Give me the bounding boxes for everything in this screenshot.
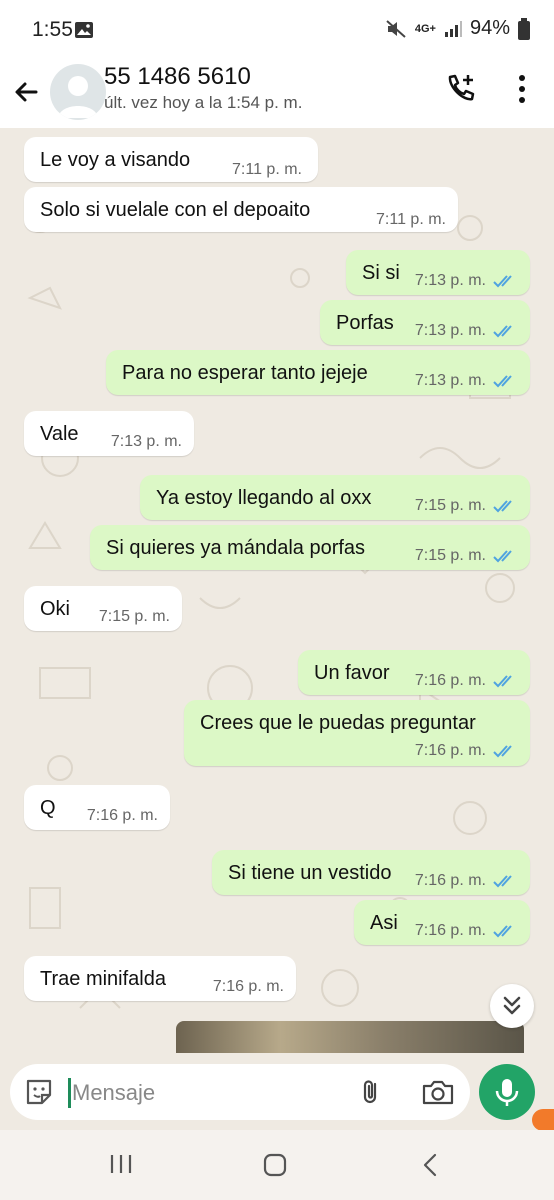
message-text: Para no esperar tanto jejeje xyxy=(122,362,368,384)
message-incoming[interactable]: Solo si vuelale con el depoaito 7:11 p. … xyxy=(24,187,458,232)
sticker-emoji-icon[interactable] xyxy=(24,1077,54,1107)
message-incoming[interactable]: Q 7:16 p. m. xyxy=(24,785,170,830)
message-outgoing[interactable]: Un favor 7:16 p. m. xyxy=(298,650,530,695)
read-ticks-icon xyxy=(493,925,512,938)
message-time: 7:15 p. m. xyxy=(414,547,486,564)
message-time: 7:13 p. m. xyxy=(414,322,486,339)
message-incoming[interactable]: Trae minifalda 7:16 p. m. xyxy=(24,956,296,1001)
text-cursor xyxy=(68,1078,71,1108)
read-ticks-icon xyxy=(493,675,512,688)
default-avatar-icon xyxy=(58,76,98,118)
system-navigation-bar xyxy=(0,1130,554,1200)
mute-icon xyxy=(386,19,406,38)
message-time: 7:16 p. m. xyxy=(414,872,486,889)
message-incoming[interactable]: Oki 7:15 p. m. xyxy=(24,586,182,631)
recent-apps-icon[interactable] xyxy=(108,1152,134,1176)
read-ticks-icon xyxy=(493,745,512,758)
back-nav-icon[interactable] xyxy=(420,1152,440,1178)
chat-area[interactable]: Le voy a visando 7:11 p. m. Solo si vuel… xyxy=(0,128,554,1053)
double-chevron-down-icon xyxy=(503,996,521,1015)
battery-icon xyxy=(518,17,530,40)
message-input[interactable]: Mensaje xyxy=(10,1064,470,1120)
back-arrow-icon[interactable] xyxy=(10,76,42,108)
add-call-icon[interactable] xyxy=(444,72,478,106)
message-text: Oki xyxy=(40,598,70,620)
message-time: 7:13 p. m. xyxy=(414,372,486,389)
signal-icon xyxy=(444,20,462,37)
message-text: Le voy a visando xyxy=(40,149,191,171)
status-time: 1:55 xyxy=(32,18,73,41)
read-ticks-icon xyxy=(493,550,512,563)
read-ticks-icon xyxy=(493,875,512,888)
message-time: 7:13 p. m. xyxy=(110,433,182,450)
message-text: Trae minifalda xyxy=(40,968,166,990)
floating-notification-icon[interactable] xyxy=(532,1109,554,1131)
message-time: 7:16 p. m. xyxy=(414,672,486,689)
message-text: Vale xyxy=(40,423,79,445)
message-outgoing[interactable]: Crees que le puedas preguntar 7:16 p. m. xyxy=(184,700,530,766)
contact-last-seen: últ. vez hoy a la 1:54 p. m. xyxy=(104,93,303,112)
status-icons: 4G+ 94% xyxy=(385,17,530,40)
voice-message-button[interactable] xyxy=(479,1064,535,1120)
contact-avatar[interactable] xyxy=(50,64,106,120)
message-outgoing[interactable]: Para no esperar tanto jejeje 7:13 p. m. xyxy=(106,350,530,395)
message-time: 7:13 p. m. xyxy=(414,272,486,289)
read-ticks-icon xyxy=(493,275,512,288)
media-message-preview[interactable] xyxy=(176,1021,524,1053)
read-ticks-icon xyxy=(493,500,512,513)
message-text: Solo si vuelale con el depoaito xyxy=(40,199,311,221)
message-text: Q xyxy=(40,797,56,819)
message-outgoing[interactable]: Si tiene un vestido 7:16 p. m. xyxy=(212,850,530,895)
message-incoming[interactable]: Le voy a visando 7:11 p. m. xyxy=(24,137,318,182)
message-text: Un favor xyxy=(314,662,390,684)
message-time: 7:15 p. m. xyxy=(414,497,486,514)
message-text: Si quieres ya mándala porfas xyxy=(106,537,366,559)
message-time: 7:11 p. m. xyxy=(376,211,446,228)
network-type: 4G+ xyxy=(414,22,436,35)
battery-percent: 94% xyxy=(469,17,510,39)
message-outgoing[interactable]: Si quieres ya mándala porfas 7:15 p. m. xyxy=(90,525,530,570)
gallery-notification-icon xyxy=(75,22,93,38)
more-options-icon[interactable] xyxy=(510,72,534,108)
message-incoming[interactable]: Vale 7:13 p. m. xyxy=(24,411,194,456)
message-text: Crees que le puedas preguntar xyxy=(200,712,476,734)
attach-paperclip-icon[interactable] xyxy=(356,1077,386,1107)
message-outgoing[interactable]: Si si 7:13 p. m. xyxy=(346,250,530,295)
composer-bar: Mensaje xyxy=(0,1053,554,1130)
message-time: 7:16 p. m. xyxy=(212,978,284,995)
contact-name[interactable]: 55 1486 5610 xyxy=(104,63,251,91)
message-outgoing[interactable]: Ya estoy llegando al oxx 7:15 p. m. xyxy=(140,475,530,520)
scroll-to-bottom-button[interactable] xyxy=(490,984,534,1028)
chat-header: 55 1486 5610 últ. vez hoy a la 1:54 p. m… xyxy=(0,60,554,128)
message-text: Ya estoy llegando al oxx xyxy=(156,487,372,509)
message-time: 7:15 p. m. xyxy=(98,608,170,625)
message-time: 7:16 p. m. xyxy=(414,922,486,939)
message-time: 7:16 p. m. xyxy=(414,742,486,759)
message-time: 7:16 p. m. xyxy=(86,807,158,824)
message-placeholder: Mensaje xyxy=(72,1080,156,1105)
message-text: Asi xyxy=(370,912,398,934)
read-ticks-icon xyxy=(493,375,512,388)
home-icon[interactable] xyxy=(262,1152,288,1178)
message-outgoing[interactable]: Asi 7:16 p. m. xyxy=(354,900,530,945)
microphone-icon xyxy=(495,1079,519,1106)
message-outgoing[interactable]: Porfas 7:13 p. m. xyxy=(320,300,530,345)
message-text: Si si xyxy=(362,262,400,284)
read-ticks-icon xyxy=(493,325,512,338)
camera-icon[interactable] xyxy=(421,1077,455,1107)
message-time: 7:11 p. m. xyxy=(232,161,302,178)
message-text: Porfas xyxy=(336,312,394,334)
status-bar: 1:55 4G+ 94% xyxy=(0,0,554,60)
message-text: Si tiene un vestido xyxy=(228,862,392,884)
